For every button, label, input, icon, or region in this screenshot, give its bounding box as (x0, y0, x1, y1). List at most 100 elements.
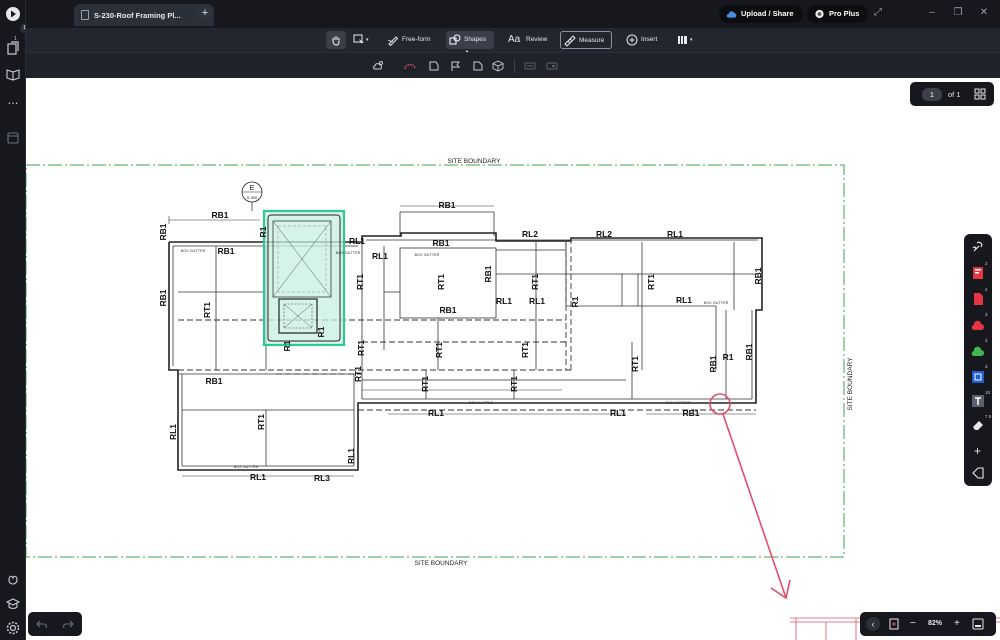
pro-badge-icon (815, 9, 824, 19)
panel-icon[interactable] (5, 130, 21, 146)
member-label: R1 (282, 340, 292, 351)
member-label: RB1 (744, 343, 754, 360)
plus-circle-icon (626, 34, 638, 46)
member-label: RB1 (682, 408, 699, 418)
tool-chest-icon[interactable] (971, 240, 985, 254)
measure-tool-button[interactable]: Measure (560, 31, 612, 49)
red-arrow-markup[interactable] (709, 393, 791, 600)
page-count-label: of 1 (948, 90, 961, 99)
freeform-label: Free-form (402, 36, 431, 43)
play-icon[interactable] (971, 466, 985, 480)
shapes-label: Shapes (464, 36, 487, 43)
library-icon[interactable] (5, 66, 21, 82)
member-label: RB1 (438, 200, 455, 210)
settings-gear-icon[interactable] (5, 620, 21, 636)
member-label: RT1 (202, 302, 212, 318)
image-box-icon[interactable] (546, 60, 558, 72)
upload-share-label: Upload / Share (741, 9, 794, 18)
box-gutter-label: BOX GUTTER (469, 401, 494, 405)
page-number-input[interactable]: 1 (922, 88, 942, 101)
fit-page-icon[interactable] (888, 618, 900, 630)
new-tab-button[interactable]: + (198, 6, 212, 20)
close-window-icon[interactable]: ✕ (978, 7, 990, 19)
pro-plus-button[interactable]: Pro Plus (807, 5, 869, 23)
page-corner-icon[interactable] (472, 60, 484, 72)
member-label: RB1 (439, 305, 456, 315)
tool-chest-palette: 2 2 3 3 3 10 7.5 + (964, 234, 992, 486)
blue-box-icon[interactable] (971, 370, 985, 384)
review-tool-button[interactable]: Aa Review (506, 31, 550, 49)
page-count-badge: 1 (14, 36, 17, 42)
review-label: Review (526, 36, 548, 43)
tool-count: 7.5 (985, 414, 992, 419)
restore-icon[interactable]: ❐ (952, 7, 964, 19)
upload-share-button[interactable]: Upload / Share (719, 5, 803, 23)
thumbnails-grid-icon[interactable] (974, 88, 986, 100)
chevron-down-icon: ▾ (690, 37, 693, 43)
member-label: RB1 (158, 223, 168, 240)
minimize-icon[interactable]: – (926, 7, 938, 19)
member-label: RT1 (436, 274, 446, 290)
undo-icon[interactable] (36, 618, 48, 630)
box-gutter-label: BOX GUTTER (415, 253, 440, 257)
redo-icon[interactable] (62, 618, 74, 630)
select-tool-button[interactable]: ▾ (350, 31, 372, 49)
member-label: RB1 (753, 267, 763, 284)
member-label: RL1 (372, 251, 388, 261)
polygon-icon[interactable] (428, 60, 440, 72)
pan-tool-button[interactable] (326, 31, 346, 49)
books-icon (678, 36, 687, 44)
text-tool-icon[interactable] (971, 394, 985, 408)
eraser-icon[interactable] (971, 418, 985, 432)
section-tag-sheet: S.300 (247, 195, 258, 200)
learn-icon[interactable] (5, 596, 21, 612)
drawing-canvas[interactable]: SITE BOUNDARY SITE BOUNDARY SITE BOUNDAR… (26, 78, 1000, 640)
insert-tool-button[interactable]: Insert (623, 31, 663, 49)
member-label: RB1 (158, 289, 168, 306)
site-boundary-label-bottom: SITE BOUNDARY (415, 560, 469, 567)
expand-icon[interactable]: ⤢ (872, 7, 884, 19)
tool-count: 2 (985, 287, 988, 292)
collapse-button[interactable]: ‹ (866, 617, 880, 631)
cloud-icon (726, 11, 737, 18)
minus-box-icon[interactable] (524, 60, 536, 72)
main-toolbar: ▾ Free-form Shapes Aa Review Measure Ins… (26, 28, 1000, 52)
panel-toggle-icon[interactable] (972, 618, 984, 630)
green-cloud-icon[interactable] (971, 344, 985, 358)
member-label: RL1 (676, 295, 692, 305)
title-bar: S-230-Roof Framing Pl... ✕ + Upload / Sh… (26, 0, 1000, 28)
cloud-plus-icon[interactable] (404, 60, 416, 72)
member-label: RL3 (314, 473, 330, 483)
undo-redo-bar (28, 612, 82, 636)
member-label: RL1 (496, 296, 512, 306)
ruler-icon (564, 35, 576, 47)
pages-icon[interactable] (5, 40, 21, 56)
zoom-out-button[interactable]: − (910, 619, 916, 629)
member-label: RL1 (610, 408, 626, 418)
red-cloud-icon[interactable] (971, 318, 985, 332)
add-tool-button[interactable]: + (974, 444, 981, 458)
left-rail: 1 1 ... (0, 0, 45, 640)
member-label: RT1 (356, 340, 366, 356)
zoom-in-button[interactable]: + (954, 619, 960, 629)
member-label: RL1 (667, 229, 683, 239)
member-label: RB1 (432, 238, 449, 248)
shape-markup-selection[interactable] (262, 209, 346, 347)
more-icon[interactable]: ... (5, 92, 21, 108)
freeform-tool-button[interactable]: Free-form (384, 31, 436, 49)
member-label: RL1 (250, 472, 266, 482)
zoom-level[interactable]: 82% (928, 619, 942, 629)
member-label: RT1 (355, 274, 365, 290)
cloud-tool-icon[interactable] (372, 60, 384, 72)
tool-chest-button[interactable]: ▾ (674, 31, 698, 49)
document-tab[interactable]: S-230-Roof Framing Pl... ✕ (74, 4, 214, 26)
shapes-tool-button[interactable]: Shapes (446, 31, 494, 49)
flag-icon[interactable] (450, 60, 462, 72)
hand-gesture-icon[interactable] (5, 570, 21, 586)
cube-icon[interactable] (492, 60, 504, 72)
member-label: RL1 (349, 236, 365, 246)
red-callout-icon[interactable] (971, 266, 985, 280)
app-logo-icon[interactable] (5, 6, 21, 22)
red-stamp-icon[interactable] (971, 292, 985, 306)
shapes-icon (449, 34, 461, 45)
